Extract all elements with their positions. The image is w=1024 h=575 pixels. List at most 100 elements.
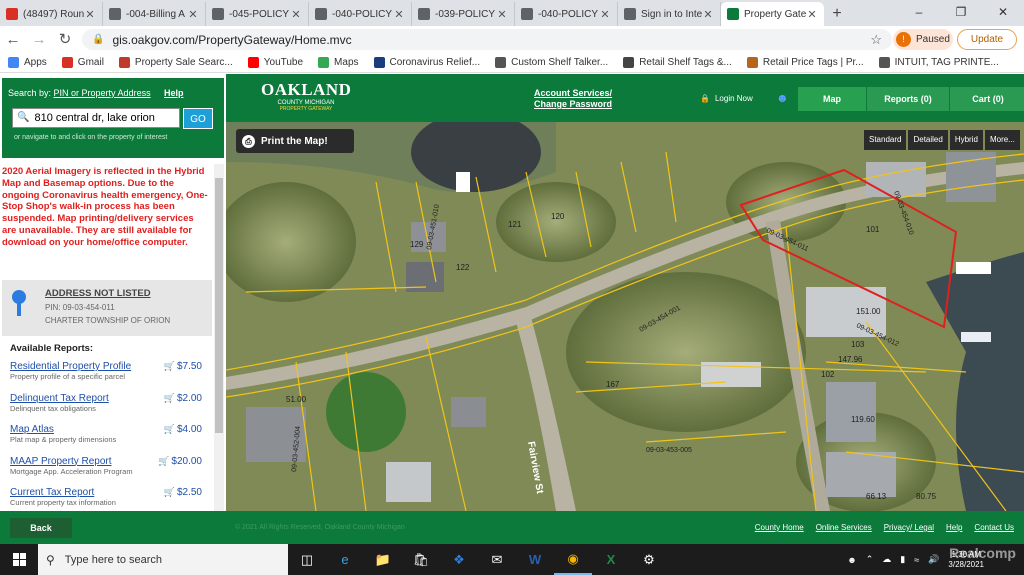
sidebar-scrollbar[interactable] [214,164,224,534]
bookmark-item[interactable]: Retail Shelf Tags &... [623,56,732,68]
tab-close-icon[interactable]: ✕ [84,8,96,21]
account-services-link[interactable]: Account Services/ Change Password [534,88,612,110]
cloud-icon[interactable]: ☁ [882,554,891,565]
house-roof [826,452,896,497]
bookmark-item[interactable]: INTUIT, TAG PRINTE... [878,56,999,68]
url-bar[interactable]: 🔒 gis.oakgov.com/PropertyGateway/Home.mv… [82,29,892,50]
tab-cart[interactable]: Cart (0) [950,87,1024,111]
search-input-value: 810 central dr, lake orion [34,112,155,124]
chevron-up-icon[interactable]: ⌃ [866,554,874,565]
app-icon[interactable]: ⚙ [630,544,668,575]
tab-close-icon[interactable]: ✕ [496,8,508,21]
update-button[interactable]: Update [957,29,1017,50]
word-icon[interactable]: W [516,544,554,575]
footer-link-county-home[interactable]: County Home [755,523,804,532]
oakland-county-logo[interactable]: OAKLAND COUNTY MICHIGAN PROPERTY GATEWAY [261,80,351,116]
bookmark-item[interactable]: Retail Price Tags | Pr... [746,56,864,68]
start-button[interactable] [0,544,38,575]
dropbox-icon[interactable]: ❖ [440,544,478,575]
search-mode-link[interactable]: PIN or Property Address [54,88,151,98]
report-item: Delinquent Tax Report Delinquent tax obli… [10,393,206,413]
reload-icon[interactable]: ↻ [52,30,78,48]
edge-icon[interactable]: e [326,544,364,575]
task-view-icon[interactable]: ◫ [288,544,326,575]
print-map-button[interactable]: ⎙ Print the Map! [236,129,354,153]
bookmark-icon [878,56,890,68]
browser-tab[interactable]: -040-POLICY D✕ [309,2,412,26]
close-window-icon[interactable]: ✕ [982,0,1024,26]
bookmark-item[interactable]: Gmail [61,56,104,68]
map-type-detailed[interactable]: Detailed [908,130,948,150]
bookmark-item[interactable]: Maps [318,56,359,68]
bookmark-item[interactable]: Apps [8,56,47,68]
tab-close-icon[interactable]: ✕ [702,8,714,21]
help-link[interactable]: Help [164,88,184,98]
tab-close-icon[interactable]: ✕ [290,8,302,21]
tab-reports[interactable]: Reports (0) [867,87,949,111]
map-type-more[interactable]: More... [984,130,1020,150]
bookmark-item[interactable]: YouTube [247,56,303,68]
people-icon[interactable]: ☻ [847,555,856,565]
back-arrow-icon[interactable]: ← [0,31,26,48]
browser-tab[interactable]: -039-POLICY D✕ [412,2,515,26]
tab-close-icon[interactable]: ✕ [393,8,405,21]
scrollbar-thumb[interactable] [215,178,223,433]
back-button[interactable]: Back [10,518,72,538]
bookmark-icon [118,56,130,68]
browser-tab[interactable]: -040-POLICY D✕ [515,2,618,26]
browser-tab[interactable]: Sign in to Inte ✕ [618,2,721,26]
bookmark-star-icon[interactable]: ☆ [870,32,882,48]
restore-icon[interactable]: ❐ [940,0,982,26]
battery-icon[interactable]: ▮ [900,554,905,565]
bookmarks-bar: Apps Gmail Property Sale Searc... YouTube Ma… [0,52,1024,73]
footer-link-online-services[interactable]: Online Services [816,523,872,532]
tab-close-icon[interactable]: ✕ [599,8,611,21]
tab-close-icon[interactable]: ✕ [806,8,818,21]
login-link[interactable]: 🔒 Login Now [700,94,753,103]
parcel-map[interactable]: 129 122 121 120 167 151.00 147.96 101 10… [226,122,1024,511]
profile-paused-button[interactable]: ! Paused [893,29,953,50]
add-to-cart-button[interactable]: 🛒 $2.00 [164,393,202,404]
user-icon[interactable]: ☻ [776,91,789,105]
bookmark-item[interactable]: Custom Shelf Talker... [495,56,608,68]
add-to-cart-button[interactable]: 🛒 $20.00 [158,456,202,467]
forward-arrow-icon[interactable]: → [26,31,52,48]
new-tab-button[interactable]: + [824,2,850,26]
cart-icon: 🛒 [163,361,175,371]
taskbar-search-box[interactable]: ⚲ Type here to search [38,544,288,575]
chrome-icon[interactable]: ◉ [554,544,592,575]
footer-link-privacy[interactable]: Privacy/ Legal [884,523,934,532]
browser-tab[interactable]: Property Gate ✕ [721,2,824,26]
sidebar-content[interactable]: 2020 Aerial Imagery is reflected in the … [0,162,226,544]
lot-label: 147.96 [838,355,863,364]
add-to-cart-button[interactable]: 🛒 $7.50 [164,361,202,372]
tab-map[interactable]: Map [798,87,866,111]
browser-tab[interactable]: -045-POLICY D✕ [206,2,309,26]
footer-link-contact[interactable]: Contact Us [974,523,1014,532]
bookmark-item[interactable]: Property Sale Searc... [118,56,233,68]
tab-title: -045-POLICY D [229,8,290,20]
property-address-link[interactable]: ADDRESS NOT LISTED [45,288,151,299]
address-search-input[interactable]: 🔍 810 central dr, lake orion [12,108,180,128]
browser-tab[interactable]: (48497) Round ✕ [0,2,103,26]
add-to-cart-button[interactable]: 🛒 $2.50 [164,487,202,498]
footer-link-help[interactable]: Help [946,523,962,532]
bookmark-item[interactable]: Coronavirus Relief... [373,56,480,68]
add-to-cart-button[interactable]: 🛒 $4.00 [164,424,202,435]
sidebar: Search by: PIN or Property Address Help … [0,74,226,544]
property-result-card[interactable]: ADDRESS NOT LISTED PIN: 09-03-454-011 CH… [2,280,212,336]
minimize-icon[interactable]: – [898,0,940,26]
tab-close-icon[interactable]: ✕ [187,8,199,21]
mail-icon[interactable]: ✉ [478,544,516,575]
map-type-standard[interactable]: Standard [864,130,907,150]
excel-icon[interactable]: X [592,544,630,575]
map-type-hybrid[interactable]: Hybrid [949,130,983,150]
go-button[interactable]: GO [183,108,213,129]
file-explorer-icon[interactable]: 📁 [364,544,402,575]
browser-tab[interactable]: -004-Billing A ✕ [103,2,206,26]
parcel-id-label: 09-03-453-005 [646,447,692,454]
wifi-icon[interactable]: ≈ [914,555,919,565]
search-panel: Search by: PIN or Property Address Help … [2,78,224,158]
store-icon[interactable]: 🛍 [402,544,440,575]
volume-icon[interactable]: 🔊 [928,554,939,565]
